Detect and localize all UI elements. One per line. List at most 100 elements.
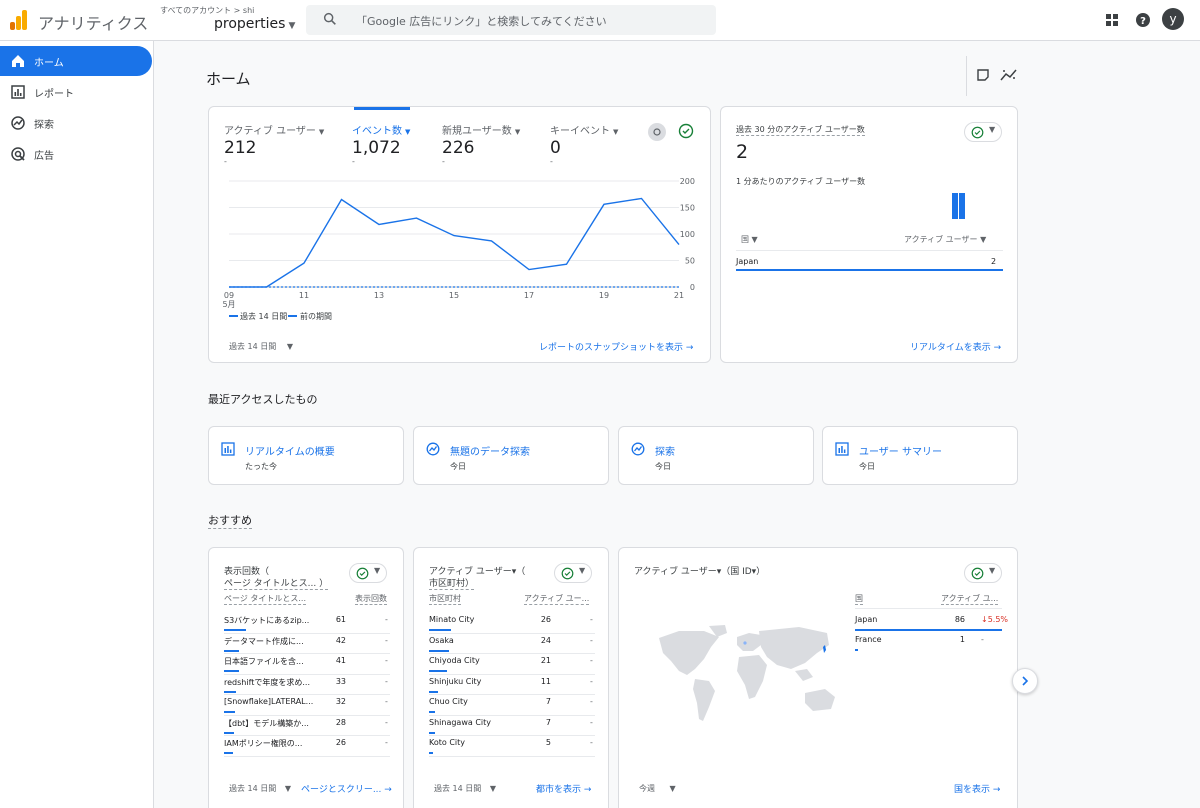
analytics-logo[interactable] [10,10,28,30]
row-value: 26 [335,738,346,747]
row-value: 32 [335,697,346,706]
date-range-selector[interactable]: 過去 14 日間 ▼ [229,783,291,794]
metric-tab-active-users[interactable]: アクティブ ユーザー ▼ [224,122,324,137]
row-change: - [590,717,593,727]
cities-link-label: 都市を表示 [536,785,582,795]
col-header-country[interactable]: 国 ▼ [741,234,758,245]
caret-down-icon: ▼ [751,235,758,244]
divider [224,755,390,757]
countries-link[interactable]: 国を表示 → [954,782,1000,795]
caret-down-icon: ▼ [669,784,676,793]
row-share-bar [855,629,1002,631]
sidebar-item-ads[interactable]: 広告 [0,139,152,169]
row-change: - [590,656,593,665]
overview-card: アクティブ ユーザー ▼ 212 - イベント数 ▼ 1,072 - 新規ユーザー数… [208,106,711,363]
metric-change: - [442,157,445,166]
account-breadcrumb[interactable]: すべてのアカウント > shi [160,5,254,16]
caret-down-icon: ▼ [989,566,996,575]
date-range-selector[interactable]: 今週 ▼ [639,783,676,794]
property-selector-label: properties [214,16,286,32]
col-header-views[interactable]: 表示回数 [355,593,387,605]
col-header-active-users[interactable]: アクティブ ユー... [524,593,590,605]
note-icon[interactable] [976,68,990,82]
col-header-country[interactable]: 国 [855,593,863,605]
col-header-active-users[interactable]: アクティブ ユ... [941,593,999,605]
card-status-button[interactable]: ▼ [964,563,1002,583]
caret-down-icon: ▼ [980,235,987,244]
row-label: Japan [855,615,878,624]
snapshot-link[interactable]: レポートのスナップショットを表示 → [539,340,693,353]
x-tick-label: 19 [599,291,609,300]
city-card: アクティブ ユーザー▾（ 市区町村） ▼ 市区町村 アクティブ ユー... Mi… [413,547,609,808]
row-share-bar [429,629,451,631]
map-europe [737,633,761,651]
help-icon[interactable]: ? [1133,10,1153,30]
page-title: ホーム [206,70,251,88]
map-asia [759,627,829,669]
property-selector[interactable]: properties ▼ [214,16,295,32]
divider [966,56,967,96]
card-status-button[interactable]: ▼ [554,563,592,583]
col-header-city[interactable]: 市区町村 [429,593,461,605]
recent-item-user-summary[interactable]: ユーザー サマリー 今日 [822,426,1018,485]
realtime-status-button[interactable]: ▼ [964,122,1002,142]
row-change: - [385,615,388,624]
row-value: 11 [540,676,551,686]
anomaly-icon[interactable] [648,123,666,141]
metric-tab-event-count[interactable]: イベント数 ▼ [352,122,410,137]
row-change: - [385,656,388,665]
recent-item-explore[interactable]: 探索 今日 [618,426,814,485]
sidebar-item-explore[interactable]: 探索 [0,108,152,138]
row-label: S3バケットにあるzip... [224,616,310,625]
avatar[interactable]: y [1162,8,1184,30]
next-cards-button[interactable] [1012,668,1038,694]
recent-item-untitled-exploration[interactable]: 無題のデータ探索 今日 [413,426,609,485]
map-africa [737,655,767,699]
row-change: - [385,635,388,645]
realtime-link[interactable]: リアルタイムを表示 → [910,340,1001,353]
sidebar-item-reports[interactable]: レポート [0,77,152,107]
divider [855,608,1002,609]
recent-item-realtime-overview[interactable]: リアルタイムの概要 たった今 [208,426,404,485]
insights-icon[interactable] [1000,68,1018,82]
row-change: - [981,635,984,644]
metric-value: 226 [442,138,475,158]
card-status-button[interactable]: ▼ [349,563,387,583]
date-range-selector[interactable]: 過去 14 日間 ▼ [434,783,496,794]
divider [429,694,595,695]
row-share-bar [429,711,435,713]
row-label: Minato City [429,615,475,624]
x-tick-label: 09 [224,291,234,300]
metric-tab-key-events[interactable]: キーイベント ▼ [550,122,618,137]
row-label: Chuo City [429,697,468,706]
x-month-label: 5月 [222,300,235,309]
col-header-page-title[interactable]: ページ タイトルとス... [224,593,307,605]
caret-down-icon: ▼ [405,128,411,136]
row-change: - [590,615,593,624]
x-tick-label: 13 [374,291,384,300]
sidebar-item-home[interactable]: ホーム [0,46,152,76]
y-tick-label: 150 [680,204,695,213]
sidebar: ホーム レポート 探索 広告 [0,41,154,808]
metric-label: 新規ユーザー数 [442,126,512,137]
metric-tab-new-users[interactable]: 新規ユーザー数 ▼ [442,122,520,137]
row-share-bar [224,731,234,734]
row-label: 【dbt】モデル構築か... [224,718,309,728]
cities-link[interactable]: 都市を表示 → [536,782,591,795]
row-share-bar [224,629,246,631]
date-range-selector[interactable]: 過去 14 日間 ▼ [229,341,293,352]
sidebar-item-label: 広告 [34,151,54,162]
check-circle-icon[interactable] [678,123,694,139]
pages-link[interactable]: ページとスクリー... → [301,782,392,795]
search-bar[interactable]: 「Google 広告にリンク」と検索してみてください [306,5,716,35]
realtime-row-bar [736,269,1003,271]
row-value: 24 [540,635,551,645]
check-circle-icon [356,567,369,580]
recent-item-title: ユーザー サマリー [859,447,942,458]
legend-current: 過去 14 日間 [240,312,288,321]
arrow-right-icon: → [583,785,592,795]
apps-grid-icon[interactable] [1102,10,1122,30]
col-header-active-users[interactable]: アクティブ ユーザー ▼ [904,234,986,245]
recent-item-title: リアルタイムの概要 [245,447,335,458]
row-label: Osaka [429,635,454,645]
